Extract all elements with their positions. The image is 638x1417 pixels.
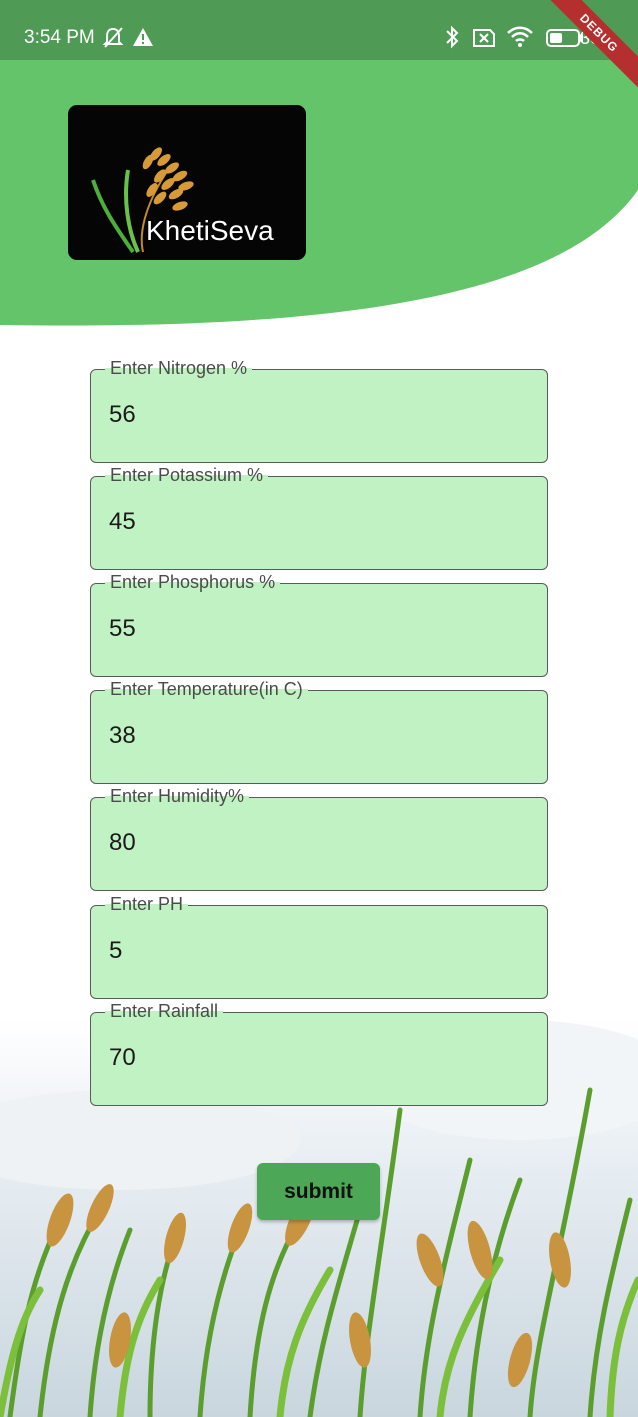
phosphorus-field[interactable]: Enter Phosphorus % [90, 572, 548, 677]
field-label: Enter Nitrogen % [105, 358, 253, 378]
temperature-input[interactable] [109, 721, 529, 751]
potassium-field[interactable]: Enter Potassium % [90, 465, 548, 570]
field-label: Enter Phosphorus % [105, 572, 281, 592]
sim-off-icon [473, 29, 495, 47]
wifi-icon [507, 26, 533, 47]
bluetooth-icon [446, 25, 459, 49]
rainfall-input[interactable] [109, 1043, 529, 1073]
warning-icon [133, 28, 153, 46]
humidity-field[interactable]: Enter Humidity% [90, 786, 548, 891]
rainfall-field[interactable]: Enter Rainfall [90, 1001, 548, 1106]
potassium-input[interactable] [109, 507, 529, 537]
ph-input[interactable] [109, 936, 529, 966]
status-time: 3:54 PM [24, 27, 95, 48]
ph-field[interactable]: Enter PH [90, 894, 548, 999]
bell-off-icon [102, 27, 124, 48]
nitrogen-input[interactable] [109, 400, 529, 430]
field-label: Enter Humidity% [105, 786, 250, 806]
field-label: Enter PH [105, 894, 189, 914]
field-label: Enter Potassium % [105, 465, 269, 485]
status-bar: 3:54 PM 36 D [0, 0, 638, 94]
submit-button[interactable]: submit [257, 1163, 380, 1220]
khetiseva-logo: KhetiSeva [68, 105, 306, 260]
nitrogen-field[interactable]: Enter Nitrogen % [90, 358, 548, 463]
humidity-input[interactable] [109, 828, 529, 858]
logo-text: KhetiSeva [146, 215, 274, 246]
field-label: Enter Rainfall [105, 1001, 224, 1021]
phosphorus-input[interactable] [109, 614, 529, 644]
temperature-field[interactable]: Enter Temperature(in C) [90, 679, 548, 784]
field-label: Enter Temperature(in C) [105, 679, 308, 699]
